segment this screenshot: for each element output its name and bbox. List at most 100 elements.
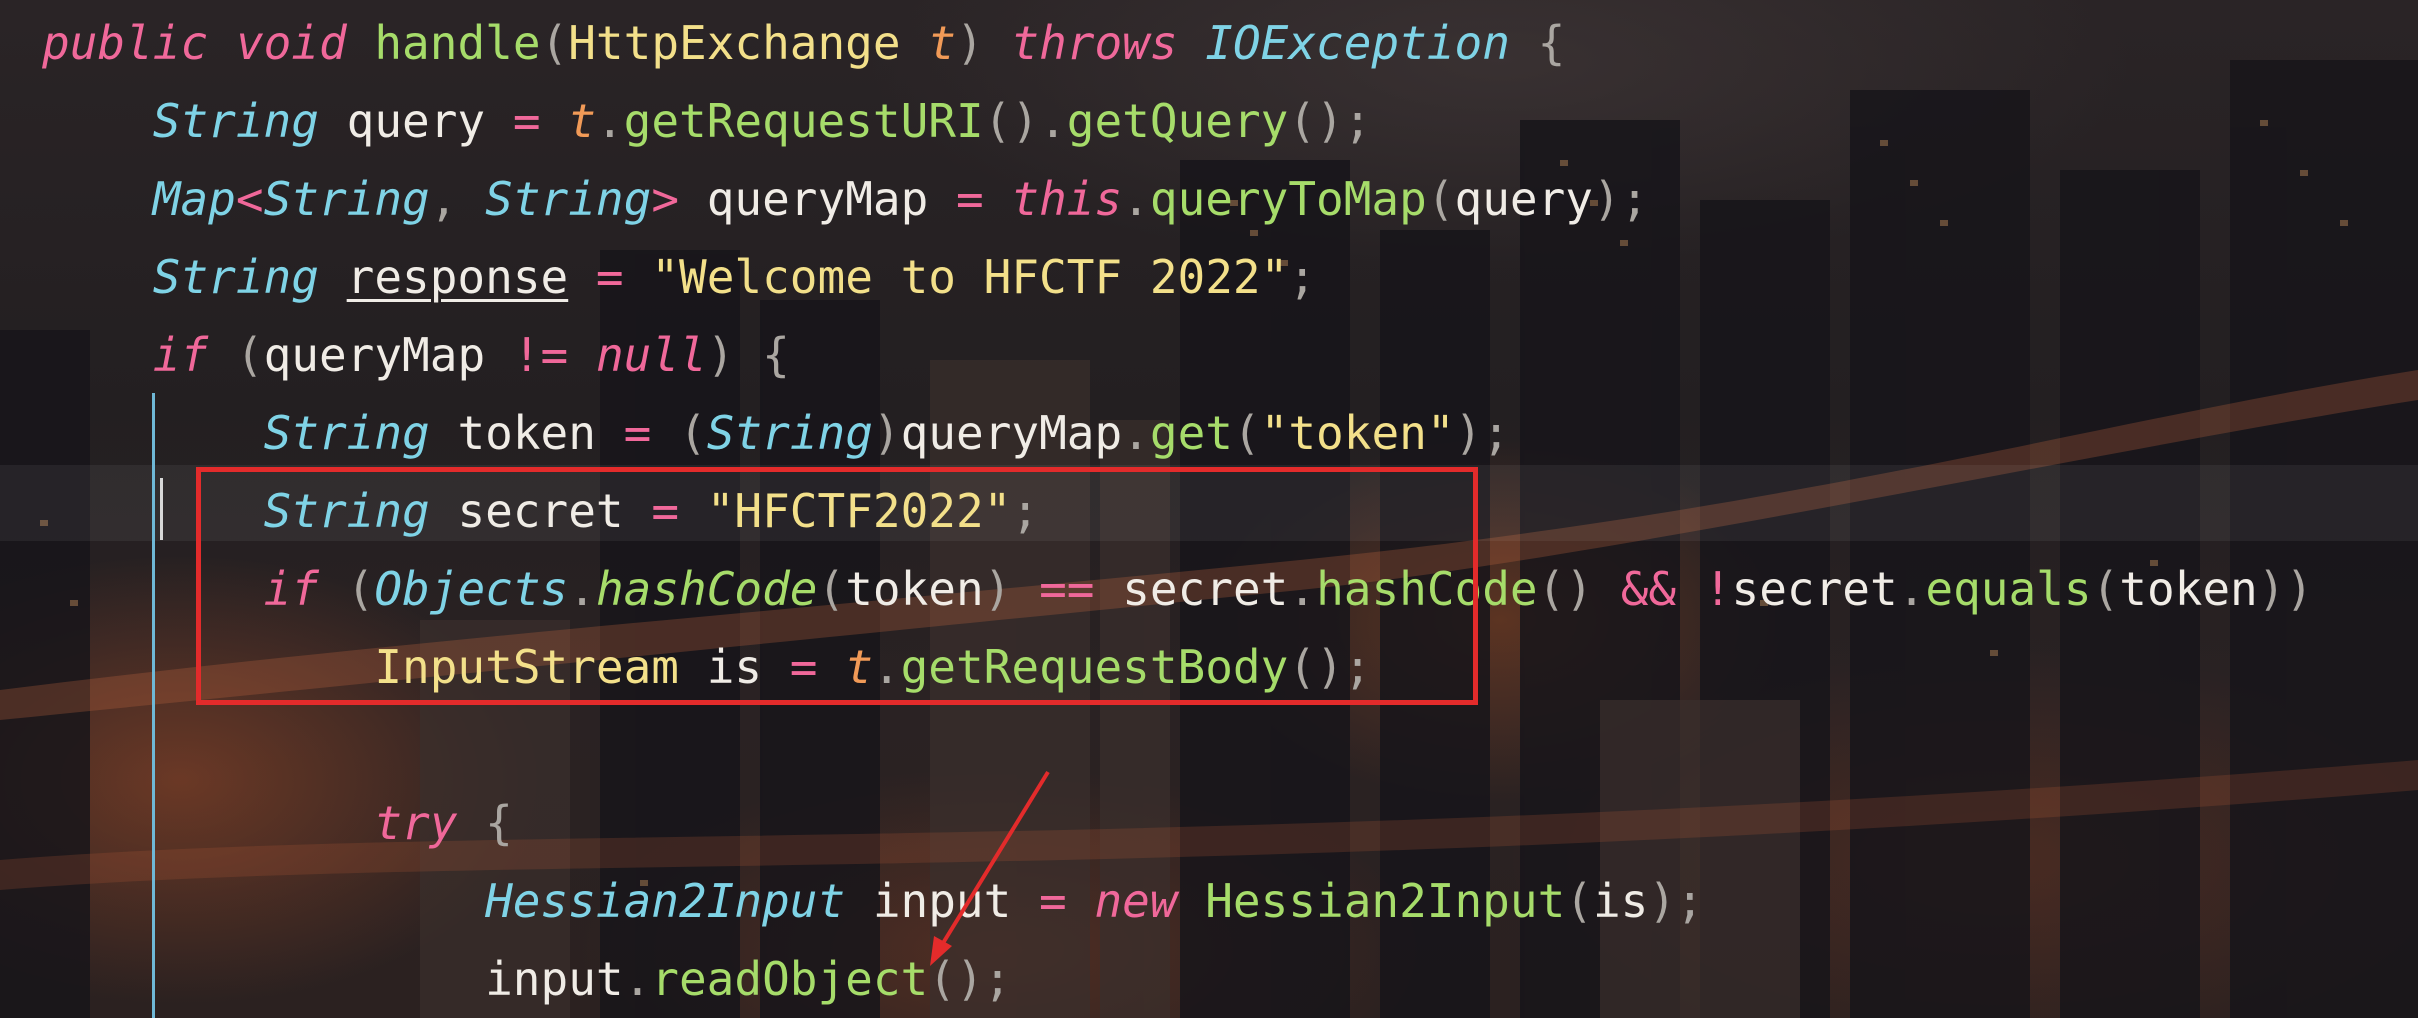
code-token: = xyxy=(955,172,984,226)
code-token: readObject xyxy=(651,952,929,1006)
code-editor[interactable]: public void handle(HttpExchange t) throw… xyxy=(0,0,2418,1018)
code-token: public xyxy=(42,16,209,70)
code-token: )) xyxy=(2257,562,2314,616)
code-token: handle xyxy=(374,16,541,70)
code-token: queryMap xyxy=(706,172,929,226)
code-token: . xyxy=(595,94,624,148)
code-token: query xyxy=(346,94,486,148)
code-token: input xyxy=(872,874,1012,928)
code-token: ; xyxy=(1288,250,1317,304)
code-token: String xyxy=(263,406,430,460)
code-token: ( xyxy=(1232,406,1261,460)
code-token: response xyxy=(346,250,569,304)
code-token: String xyxy=(706,406,873,460)
code-token: ) xyxy=(955,16,984,70)
code-token: ) xyxy=(706,328,735,382)
code-token: = xyxy=(595,250,624,304)
code-line[interactable]: String query = t.getRequestURI().getQuer… xyxy=(42,86,1372,156)
code-token: ( xyxy=(1426,172,1455,226)
code-token: . xyxy=(1039,94,1067,148)
code-token: ); xyxy=(1648,874,1704,928)
code-token: new xyxy=(1094,874,1178,928)
code-token: . xyxy=(1122,406,1150,460)
code-token: "token" xyxy=(1260,406,1455,460)
code-token: void xyxy=(235,16,347,70)
code-token: ( xyxy=(679,406,707,460)
code-token: secret xyxy=(1731,562,1898,616)
code-token: equals xyxy=(1925,562,2092,616)
code-token: get xyxy=(1149,406,1233,460)
code-token: String xyxy=(152,250,319,304)
code-token: Map xyxy=(152,172,236,226)
code-token: try xyxy=(374,796,458,850)
code-token: != xyxy=(512,328,569,382)
code-token: && xyxy=(1620,562,1677,616)
code-token: queryMap xyxy=(263,328,486,382)
code-line[interactable]: if (queryMap != null) { xyxy=(42,320,790,390)
code-token: token xyxy=(2119,562,2258,616)
code-line[interactable]: Map<String, String> queryMap = this.quer… xyxy=(42,164,1649,234)
code-token: ); xyxy=(1454,406,1510,460)
code-line[interactable]: public void handle(HttpExchange t) throw… xyxy=(42,8,1565,78)
code-token: getQuery xyxy=(1066,94,1289,148)
code-token: String xyxy=(263,172,430,226)
code-token: . xyxy=(1897,562,1926,616)
code-line[interactable]: Hessian2Input input = new Hessian2Input(… xyxy=(42,866,1704,936)
code-token: this xyxy=(1011,172,1123,226)
code-token: . xyxy=(623,952,652,1006)
code-token: String xyxy=(152,94,319,148)
code-line[interactable]: String response = "Welcome to HFCTF 2022… xyxy=(42,242,1316,312)
annotation-highlight-box xyxy=(196,467,1478,705)
code-token: String xyxy=(485,172,652,226)
code-token: Hessian2Input xyxy=(485,874,846,928)
code-token: input xyxy=(485,952,624,1006)
code-token: throws xyxy=(1011,16,1178,70)
code-token: { xyxy=(1537,16,1566,70)
code-token: = xyxy=(623,406,652,460)
code-token: < xyxy=(235,172,264,226)
code-token: (); xyxy=(928,952,1012,1006)
code-line[interactable]: try { xyxy=(42,788,513,858)
code-token: getRequestURI xyxy=(623,94,984,148)
text-caret xyxy=(160,478,163,540)
code-line[interactable]: String token = (String)queryMap.get("tok… xyxy=(42,398,1510,468)
code-token: query xyxy=(1454,172,1594,226)
code-token: t xyxy=(568,94,596,148)
code-token: = xyxy=(512,94,541,148)
code-token: is xyxy=(1592,874,1649,928)
code-token: ( xyxy=(540,16,569,70)
code-line[interactable]: input.readObject(); xyxy=(42,944,1011,1014)
code-token: { xyxy=(762,328,790,382)
code-token: ( xyxy=(235,328,264,382)
code-token: "Welcome to HFCTF 2022" xyxy=(651,250,1289,304)
code-token: IOException xyxy=(1205,16,1510,70)
code-token: token xyxy=(457,406,596,460)
